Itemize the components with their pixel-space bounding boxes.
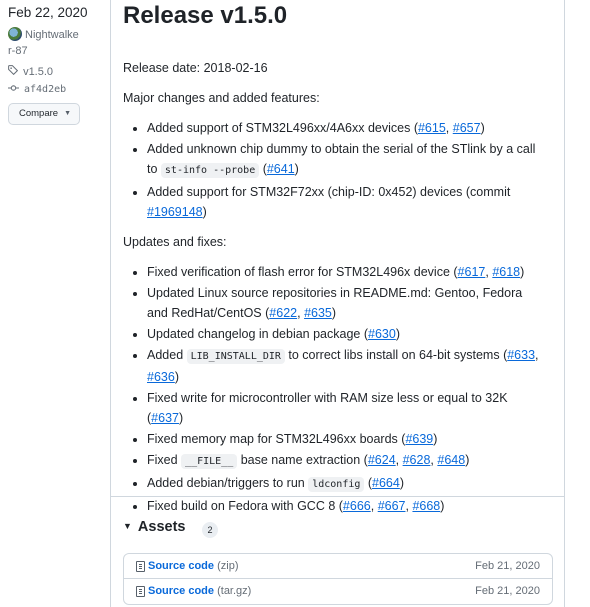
issue-link[interactable]: #628 xyxy=(403,453,431,467)
list-item: Fixed write for microcontroller with RAM… xyxy=(147,388,543,428)
release-date-label: Feb 22, 2020 xyxy=(8,5,88,20)
compare-button[interactable]: Compare ▼ xyxy=(8,103,80,125)
compare-label: Compare xyxy=(19,108,59,119)
updates-list: Fixed verification of flash error for ST… xyxy=(123,262,543,516)
issue-link[interactable]: #637 xyxy=(151,411,179,425)
list-item: Added LIB_INSTALL_DIR to correct libs in… xyxy=(147,345,543,387)
issue-link[interactable]: #639 xyxy=(405,432,433,446)
file-zip-icon xyxy=(136,561,145,572)
issue-link[interactable]: #617 xyxy=(458,265,486,279)
assets-toggle[interactable]: ▼ Assets xyxy=(123,519,185,535)
asset-link[interactable]: Source code (zip) xyxy=(148,554,238,579)
author[interactable]: Nightwalke r-87 xyxy=(8,27,104,59)
avatar[interactable] xyxy=(8,27,22,41)
issue-link[interactable]: #666 xyxy=(343,499,371,513)
asset-row[interactable]: Source code (zip) Feb 21, 2020 xyxy=(124,554,552,579)
issue-link[interactable]: #635 xyxy=(304,306,332,320)
issue-link[interactable]: #664 xyxy=(372,476,400,490)
issue-link[interactable]: #630 xyxy=(368,327,396,341)
list-item: Added debian/triggers to run ldconfig (#… xyxy=(147,473,543,495)
major-changes-list: Added support of STM32L496xx/4A6xx devic… xyxy=(123,118,543,222)
divider xyxy=(111,496,564,497)
list-item: Updated Linux source repositories in REA… xyxy=(147,283,543,323)
issue-link[interactable]: #636 xyxy=(147,370,175,384)
list-item: Updated changelog in debian package (#63… xyxy=(147,324,543,344)
issue-link[interactable]: #668 xyxy=(412,499,440,513)
release-date-text: Release date: 2018-02-16 xyxy=(123,61,268,75)
issue-link[interactable]: #667 xyxy=(378,499,406,513)
inline-code: __FILE__ xyxy=(181,454,238,469)
issue-link[interactable]: #622 xyxy=(269,306,297,320)
inline-code: LIB_INSTALL_DIR xyxy=(186,349,285,364)
asset-date: Feb 21, 2020 xyxy=(475,585,540,597)
tag-link[interactable]: v1.5.0 xyxy=(8,65,53,78)
issue-link[interactable]: #624 xyxy=(368,453,396,467)
assets-list: Source code (zip) Feb 21, 2020 Source co… xyxy=(123,553,553,605)
file-zip-icon xyxy=(136,586,145,597)
author-name-cont[interactable]: r-87 xyxy=(8,45,28,57)
issue-link[interactable]: #633 xyxy=(507,348,535,362)
chevron-down-icon: ▼ xyxy=(64,110,71,117)
issue-link[interactable]: #657 xyxy=(453,121,481,135)
author-name[interactable]: Nightwalke xyxy=(25,29,79,41)
issue-link[interactable]: #615 xyxy=(418,121,446,135)
list-item: Fixed memory map for STM32L496xx boards … xyxy=(147,429,543,449)
list-item: Added unknown chip dummy to obtain the s… xyxy=(147,139,543,181)
inline-code: st-info --probe xyxy=(160,163,260,178)
issue-link[interactable]: #641 xyxy=(267,162,295,176)
updates-heading: Updates and fixes: xyxy=(123,235,227,249)
inline-code: ldconfig xyxy=(308,477,365,492)
release-notes: Release date: 2018-02-16 Major changes a… xyxy=(123,58,543,526)
list-item: Fixed verification of flash error for ST… xyxy=(147,262,543,282)
asset-link[interactable]: Source code (tar.gz) xyxy=(148,579,251,604)
issue-link[interactable]: #1969148 xyxy=(147,205,203,219)
commit-link[interactable]: af4d2eb xyxy=(8,83,66,95)
commit-icon xyxy=(8,83,20,95)
assets-heading: Assets xyxy=(137,519,186,535)
list-item: Added support for STM32F72xx (chip-ID: 0… xyxy=(147,182,543,222)
issue-link[interactable]: #648 xyxy=(437,453,465,467)
asset-row[interactable]: Source code (tar.gz) Feb 21, 2020 xyxy=(124,579,552,604)
issue-link[interactable]: #618 xyxy=(492,265,520,279)
release-title[interactable]: Release v1.5.0 xyxy=(123,2,287,30)
major-heading: Major changes and added features: xyxy=(123,91,320,105)
triangle-down-icon: ▼ xyxy=(123,521,132,531)
list-item: Added support of STM32L496xx/4A6xx devic… xyxy=(147,118,543,138)
tag-icon xyxy=(8,65,20,78)
tag-label[interactable]: v1.5.0 xyxy=(23,66,53,78)
list-item: Fixed __FILE__ base name extraction (#62… xyxy=(147,450,543,472)
list-item: Fixed build on Fedora with GCC 8 (#666, … xyxy=(147,496,543,516)
assets-count-badge: 2 xyxy=(202,522,218,538)
commit-sha[interactable]: af4d2eb xyxy=(24,84,66,95)
asset-date: Feb 21, 2020 xyxy=(475,560,540,572)
